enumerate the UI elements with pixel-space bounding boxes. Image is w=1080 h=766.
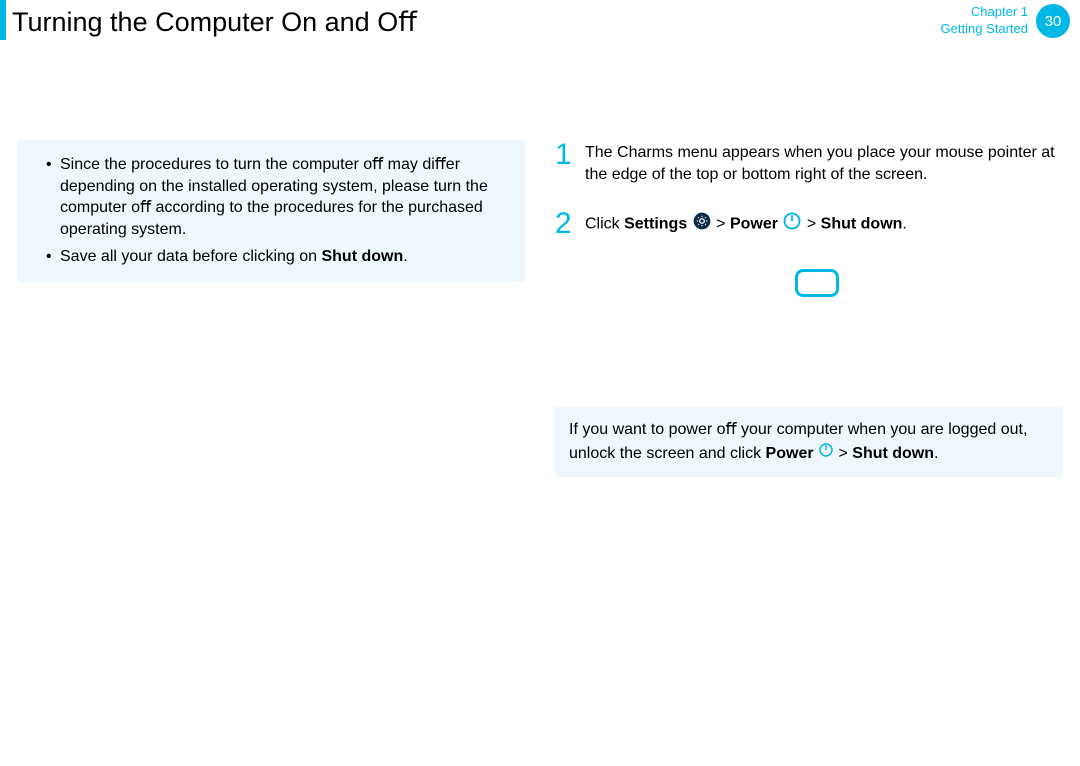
power-icon: [818, 442, 834, 465]
page-number: 30: [1045, 13, 1062, 30]
chapter-line1: Chapter 1: [941, 4, 1028, 21]
step-1-body: The Charms menu appears when you place y…: [585, 140, 1062, 185]
page-number-badge: 30: [1036, 4, 1070, 38]
step-number-1: 1: [555, 140, 585, 185]
tip-box: If you want to power oﬀ your computer wh…: [555, 407, 1062, 477]
power-icon: [782, 211, 802, 238]
power-label: Power: [730, 216, 778, 233]
step-2-body: Click Settings > Power > Shut down.: [585, 209, 907, 239]
chapter-info: Chapter 1 Getting Started: [941, 4, 1028, 38]
right-column: 1 The Charms menu appears when you place…: [555, 140, 1062, 477]
page-title: Turning the Computer On and Oﬀ: [12, 3, 417, 38]
gear-icon: [692, 211, 712, 238]
step-2: 2 Click Settings > Power > Shut down.: [555, 209, 1062, 239]
note-box: Since the procedures to turn the compute…: [18, 140, 525, 282]
illustration-box: [795, 269, 839, 297]
header-right: Chapter 1 Getting Started 30: [941, 0, 1080, 38]
shut-down-label-tip: Shut down: [852, 445, 934, 462]
shut-down-label-2: Shut down: [821, 216, 903, 233]
left-column: Since the procedures to turn the compute…: [18, 140, 525, 477]
title-wrap: Turning the Computer On and Oﬀ: [0, 0, 417, 40]
power-label-tip: Power: [766, 445, 814, 462]
settings-label: Settings: [624, 216, 687, 233]
note-item-1: Since the procedures to turn the compute…: [46, 154, 509, 240]
title-accent-bar: [0, 0, 6, 40]
content: Since the procedures to turn the compute…: [0, 40, 1080, 477]
note-item-2: Save all your data before clicking on Sh…: [46, 246, 509, 268]
page-header: Turning the Computer On and Oﬀ Chapter 1…: [0, 0, 1080, 40]
chapter-line2: Getting Started: [941, 21, 1028, 38]
illustration: [795, 269, 1062, 297]
step-1: 1 The Charms menu appears when you place…: [555, 140, 1062, 185]
shut-down-label: Shut down: [321, 248, 403, 265]
step-number-2: 2: [555, 209, 585, 239]
